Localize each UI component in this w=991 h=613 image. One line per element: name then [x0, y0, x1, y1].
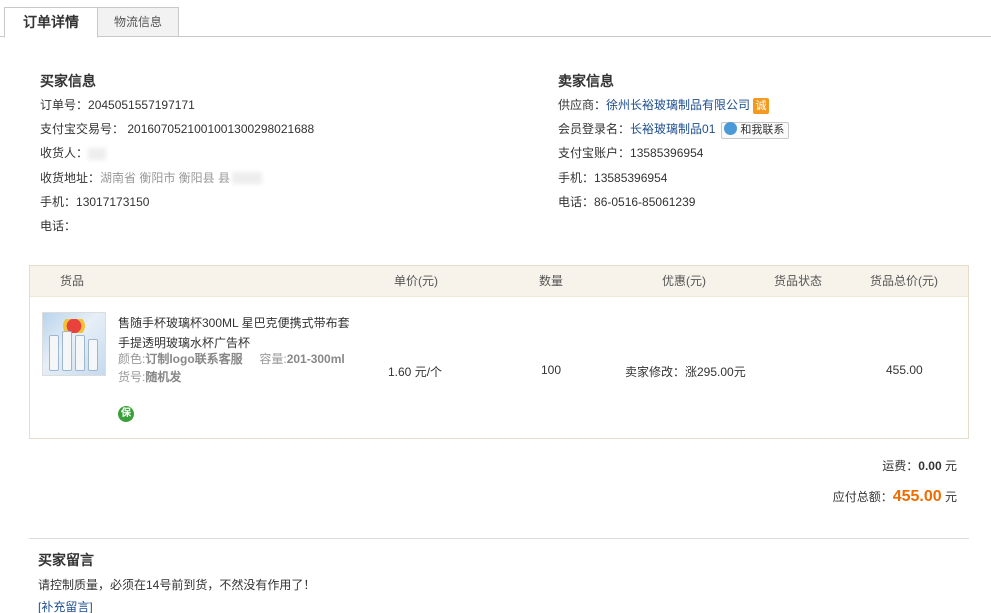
- seller-phone-row: 电话：86-0516-85061239: [558, 190, 978, 214]
- wangwang-icon: [724, 122, 738, 136]
- supplier-link[interactable]: 徐州长裕玻璃制品有限公司: [606, 98, 750, 112]
- order-number-row: 订单号：2045051557197171: [40, 93, 520, 117]
- tab-order-detail[interactable]: 订单详情: [4, 7, 98, 38]
- sku-label: 货号:: [118, 370, 146, 384]
- unit-price-cell: 1.60 元/个: [388, 365, 443, 379]
- shipping-summary: 运费：0.00 元: [882, 457, 957, 474]
- buyer-note-heading: 买家留言: [38, 552, 94, 568]
- seller-info-heading: 卖家信息: [558, 73, 614, 89]
- contact-me-label: 和我联系: [740, 123, 785, 136]
- color-label: 颜色:: [118, 352, 146, 366]
- order-number-label: 订单号：: [40, 98, 89, 112]
- receiver-redacted: [88, 148, 107, 161]
- total-value: 455.00: [892, 488, 942, 505]
- product-thumbnail[interactable]: [42, 312, 106, 376]
- buyer-mobile-value: 13017173150: [76, 194, 150, 209]
- guarantee-icon[interactable]: 保: [118, 406, 134, 422]
- seller-alipay-row: 支付宝账户：13585396954: [558, 141, 978, 165]
- seller-mobile-label: 手机：: [558, 170, 595, 185]
- alipay-txn-value: 2016070521001001300298021688: [127, 122, 315, 137]
- quantity-cell: 100: [541, 363, 562, 377]
- address-row: 收货地址：湖南省 衡阳市 衡阳县 县: [40, 166, 520, 190]
- seller-alipay-label: 支付宝账户：: [558, 146, 631, 161]
- seller-mobile-row: 手机：13585396954: [558, 166, 978, 190]
- shipping-label: 运费：: [882, 459, 919, 473]
- seller-phone-label: 电话：: [558, 194, 595, 209]
- supplier-row: 供应商：徐州长裕玻璃制品有限公司诚: [558, 93, 978, 117]
- shipping-unit: 元: [944, 459, 957, 473]
- cheng-xin-badge-icon[interactable]: 诚: [753, 97, 770, 114]
- address-label: 收货地址：: [40, 170, 101, 185]
- tab-logistics[interactable]: 物流信息: [97, 7, 179, 37]
- goods-table-header: 货品 单价(元) 数量 优惠(元) 货品状态 货品总价(元): [30, 266, 968, 297]
- seller-alipay-value: 13585396954: [630, 146, 704, 161]
- col-unit-price: 单价(元): [394, 274, 438, 288]
- seller-mobile-value: 13585396954: [594, 170, 668, 185]
- total-label: 应付总额：: [832, 490, 893, 504]
- add-note-link[interactable]: [补充留言]: [38, 598, 93, 613]
- total-unit: 元: [944, 490, 957, 504]
- product-attributes: 颜色:订制logo联系客服 容量:201-300ml 货号:随机发: [118, 350, 358, 386]
- address-redacted: [232, 172, 263, 185]
- col-quantity: 数量: [539, 274, 564, 288]
- product-title-link[interactable]: 售随手杯玻璃杯300ML 星巴克便携式带布套手提透明玻璃水杯广告杯: [118, 313, 358, 353]
- seller-phone-value: 86-0516-85061239: [594, 194, 696, 209]
- alipay-txn-label: 支付宝交易号：: [40, 122, 125, 137]
- buyer-phone-row: 电话：: [40, 214, 520, 238]
- section-divider: [29, 538, 969, 539]
- receiver-label: 收货人：: [40, 146, 89, 161]
- color-value: 订制logo联系客服: [145, 352, 243, 366]
- seller-info-panel: 卖家信息 供应商：徐州长裕玻璃制品有限公司诚 会员登录名：长裕玻璃制品01 和我联…: [558, 70, 978, 214]
- total-summary: 应付总额：455.00 元: [833, 488, 957, 506]
- shipping-value: 0.00: [918, 459, 942, 473]
- buyer-note-text: 请控制质量，必须在14号前到货，不然没有作用了！: [38, 578, 316, 592]
- col-status: 货品状态: [774, 274, 823, 288]
- member-label: 会员登录名：: [558, 122, 631, 137]
- goods-table: 货品 单价(元) 数量 优惠(元) 货品状态 货品总价(元) 售随手杯玻璃杯30…: [29, 265, 969, 439]
- contact-me-button[interactable]: 和我联系: [721, 121, 790, 139]
- item-total-cell: 455.00: [886, 363, 923, 377]
- discount-cell: 卖家修改：涨295.00元: [625, 365, 746, 379]
- address-value: 湖南省 衡阳市 衡阳县 县: [100, 170, 231, 185]
- receiver-row: 收货人：: [40, 141, 520, 165]
- buyer-phone-label: 电话：: [40, 218, 77, 233]
- tab-bar: 订单详情 物流信息: [0, 0, 991, 38]
- supplier-label: 供应商：: [558, 98, 607, 112]
- capacity-value: 201-300ml: [286, 352, 345, 366]
- buyer-info-panel: 买家信息 订单号：2045051557197171 支付宝交易号： 201607…: [40, 70, 520, 238]
- col-discount: 优惠(元): [662, 274, 706, 288]
- alipay-txn-row: 支付宝交易号： 2016070521001001300298021688: [40, 117, 520, 141]
- member-row: 会员登录名：长裕玻璃制品01 和我联系: [558, 117, 978, 141]
- col-goods: 货品: [60, 274, 85, 288]
- buyer-mobile-row: 手机：13017173150: [40, 190, 520, 214]
- capacity-label: 容量:: [259, 352, 287, 366]
- sku-value: 随机发: [145, 370, 182, 384]
- buyer-mobile-label: 手机：: [40, 194, 77, 209]
- buyer-info-heading: 买家信息: [40, 73, 96, 89]
- order-number-value: 2045051557197171: [88, 98, 195, 112]
- col-total: 货品总价(元): [870, 274, 938, 288]
- member-link[interactable]: 长裕玻璃制品01: [630, 122, 715, 136]
